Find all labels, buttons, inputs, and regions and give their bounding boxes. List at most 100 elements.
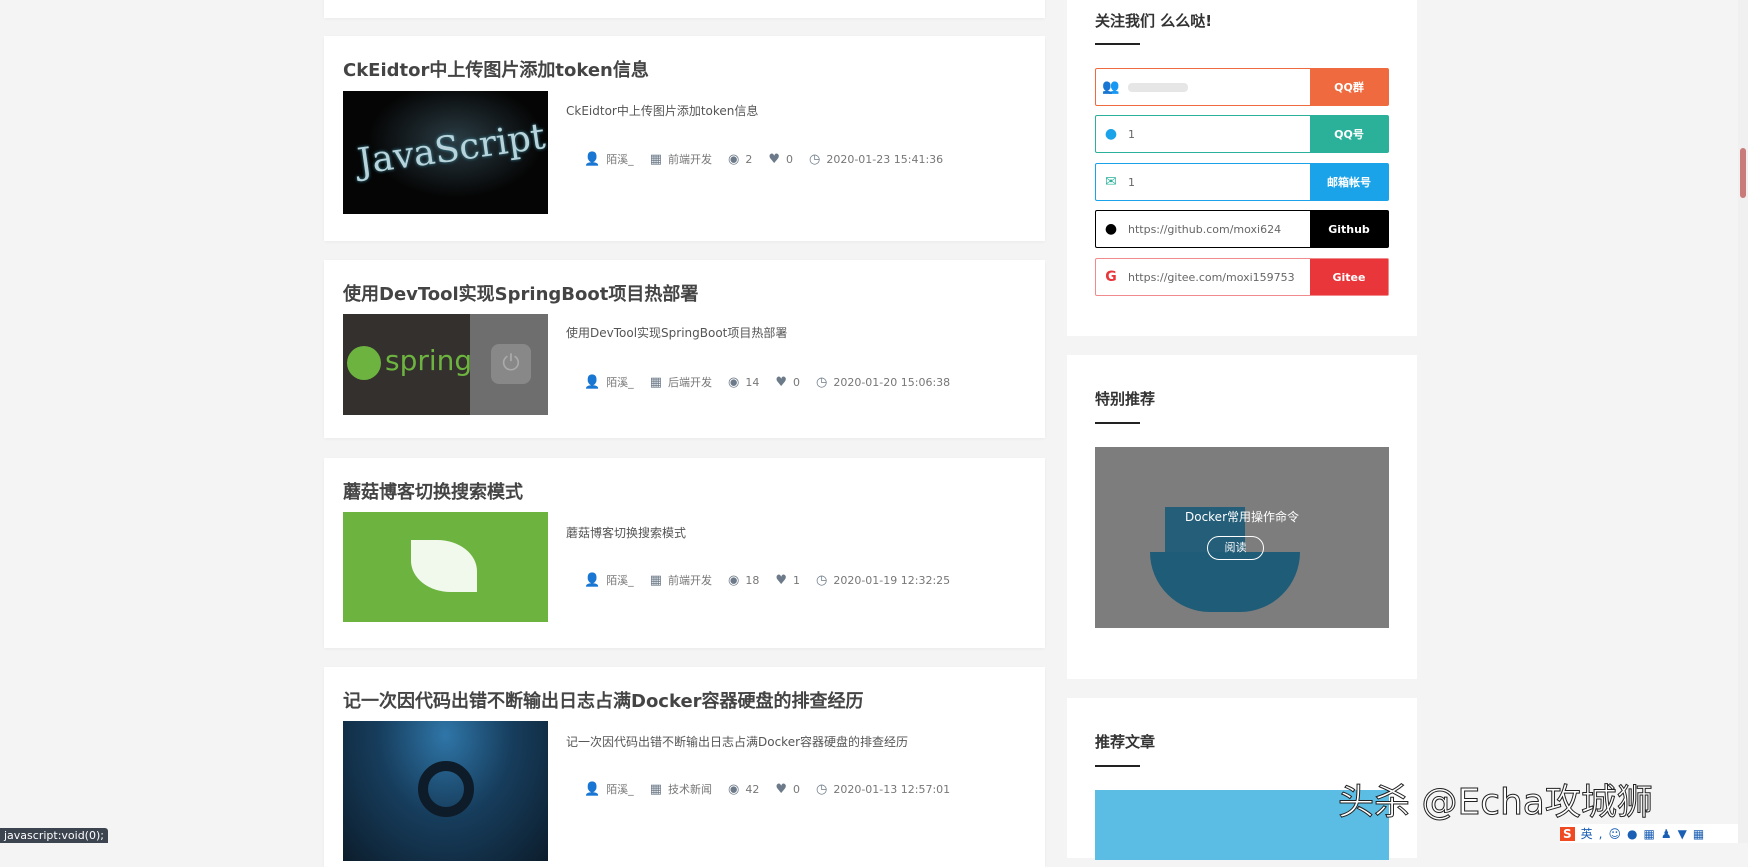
- title-underline: [1095, 43, 1140, 45]
- gitee-url[interactable]: https://gitee.com/moxi159753: [1126, 271, 1310, 284]
- title-underline: [1095, 765, 1140, 767]
- user-icon[interactable]: ♟: [1661, 827, 1672, 841]
- special-article-caption: Docker常用操作命令: [1184, 510, 1300, 524]
- qq-button[interactable]: QQ号: [1310, 116, 1388, 152]
- previous-article-card: [324, 0, 1045, 18]
- author[interactable]: 陌溪_: [606, 781, 634, 797]
- article-title[interactable]: 蘑菇博客切换搜索模式: [343, 478, 523, 504]
- article-thumbnail[interactable]: JavaScript: [343, 91, 548, 214]
- qq-value: 1: [1128, 127, 1135, 141]
- category[interactable]: 前端开发: [668, 572, 712, 588]
- eye-icon: ◉: [727, 781, 740, 797]
- article-title[interactable]: CkEidtor中上传图片添加token信息: [343, 56, 649, 82]
- clock-icon: ◷: [815, 374, 828, 390]
- article-title[interactable]: 记一次因代码出错不断输出日志占满Docker容器硬盘的排查经历: [343, 687, 864, 713]
- article-card: CkEidtor中上传图片添加token信息 JavaScript CkEidt…: [324, 36, 1045, 241]
- article-title[interactable]: 使用DevTool实现SpringBoot项目热部署: [343, 280, 698, 306]
- article-summary: 记一次因代码出错不断输出日志占满Docker容器硬盘的排查经历: [566, 735, 909, 749]
- scrollbar-thumb[interactable]: [1740, 148, 1746, 198]
- emoji-icon[interactable]: ☺: [1609, 827, 1622, 841]
- category-icon: ▦: [649, 781, 662, 797]
- eye-icon: ◉: [727, 374, 740, 390]
- date: 2020-01-13 12:57:01: [833, 782, 951, 796]
- widget-title: 关注我们 么么哒!: [1095, 12, 1213, 30]
- ubuntu-logo-icon: [418, 761, 474, 817]
- thumb-text: JavaScript: [355, 116, 548, 183]
- heart-icon: ♥: [775, 572, 787, 588]
- category-icon: ▦: [649, 151, 662, 167]
- sogou-logo-icon: S: [1560, 826, 1575, 841]
- user-icon: 👤: [584, 374, 601, 390]
- ime-lang[interactable]: 英: [1581, 825, 1593, 842]
- article-thumbnail[interactable]: [343, 512, 548, 622]
- date: 2020-01-20 15:06:38: [833, 375, 951, 389]
- clock-icon: ◷: [815, 781, 828, 797]
- heart-icon: ♥: [768, 151, 780, 167]
- category[interactable]: 后端开发: [668, 374, 712, 390]
- menu-icon[interactable]: ▦: [1693, 827, 1704, 841]
- github-icon: ●: [1104, 221, 1118, 237]
- article-meta: 👤 陌溪_ ▦ 前端开发 ◉ 18 ♥ 1 ◷ 2020-01-19 12:32:25: [584, 572, 966, 588]
- github-button[interactable]: Github: [1310, 211, 1388, 247]
- heart-icon: ♥: [775, 781, 787, 797]
- likes: 1: [792, 573, 800, 587]
- special-article-image[interactable]: Docker常用操作命令 阅读: [1095, 447, 1389, 628]
- read-button[interactable]: 阅读: [1207, 536, 1264, 560]
- qq-group-row: 👥 QQ群: [1095, 68, 1389, 106]
- article-card: 使用DevTool实现SpringBoot项目热部署 spring ⏻ 使用De…: [324, 260, 1045, 438]
- skin-icon[interactable]: ▼: [1678, 827, 1687, 841]
- qq-row: ● 1 QQ号: [1095, 115, 1389, 153]
- keyboard-icon[interactable]: ▦: [1644, 827, 1655, 841]
- gitee-row: G https://gitee.com/moxi159753 Gitee: [1095, 258, 1389, 296]
- github-url[interactable]: https://github.com/moxi624: [1126, 223, 1310, 236]
- article-meta: 👤 陌溪_ ▦ 技术新闻 ◉ 42 ♥ 0 ◷ 2020-01-13 12:57:01: [584, 781, 966, 797]
- heart-icon: ♥: [775, 374, 787, 390]
- ime-toolbar[interactable]: S 英 , ☺ ● ▦ ♟ ▼ ▦: [1560, 824, 1738, 843]
- power-icon: ⏻: [491, 344, 531, 384]
- github-row: ● https://github.com/moxi624 Github: [1095, 210, 1389, 248]
- qq-group-value: [1126, 81, 1310, 94]
- eye-icon: ◉: [727, 572, 740, 588]
- likes: 0: [785, 152, 793, 166]
- category[interactable]: 前端开发: [668, 151, 712, 167]
- qq-group-button[interactable]: QQ群: [1310, 69, 1388, 105]
- eye-icon: ◉: [727, 151, 740, 167]
- views: 2: [745, 152, 753, 166]
- article-card: 记一次因代码出错不断输出日志占满Docker容器硬盘的排查经历 记一次因代码出错…: [324, 667, 1045, 867]
- article-summary: 使用DevTool实现SpringBoot项目热部署: [566, 326, 788, 340]
- title-underline: [1095, 422, 1140, 424]
- article-meta: 👤 陌溪_ ▦ 前端开发 ◉ 2 ♥ 0 ◷ 2020-01-23 15:41:36: [584, 151, 959, 167]
- category[interactable]: 技术新闻: [668, 781, 712, 797]
- views: 14: [745, 375, 760, 389]
- article-thumbnail[interactable]: spring ⏻: [343, 314, 548, 415]
- widget-title: 推荐文章: [1095, 733, 1156, 751]
- special-recommend-widget: 特别推荐 Docker常用操作命令 阅读: [1067, 355, 1417, 679]
- date: 2020-01-19 12:32:25: [833, 573, 951, 587]
- user-icon: 👤: [584, 781, 601, 797]
- author[interactable]: 陌溪_: [606, 572, 634, 588]
- gitee-button[interactable]: Gitee: [1310, 259, 1388, 295]
- follow-us-widget: 关注我们 么么哒! 👥 QQ群 ● 1 QQ号 ✉ 1 邮箱帐号 ● https…: [1067, 0, 1417, 336]
- likes: 0: [792, 782, 800, 796]
- watermark: 头杀 @Echa攻城狮: [1338, 782, 1654, 824]
- mic-icon[interactable]: ●: [1627, 827, 1637, 841]
- spring-leaf-icon: [347, 346, 381, 380]
- author[interactable]: 陌溪_: [606, 374, 634, 390]
- category-icon: ▦: [649, 572, 662, 588]
- user-icon: 👤: [584, 151, 601, 167]
- date: 2020-01-23 15:41:36: [826, 152, 944, 166]
- clock-icon: ◷: [808, 151, 821, 167]
- leaf-icon: [411, 540, 477, 592]
- likes: 0: [792, 375, 800, 389]
- email-button[interactable]: 邮箱帐号: [1310, 164, 1388, 200]
- user-icon: 👤: [584, 572, 601, 588]
- docker-whale-icon: [1150, 552, 1300, 612]
- scrollbar[interactable]: [1738, 0, 1748, 843]
- article-summary: CkEidtor中上传图片添加token信息: [566, 104, 759, 118]
- punct-icon[interactable]: ,: [1599, 827, 1603, 841]
- widget-title: 特别推荐: [1095, 390, 1156, 408]
- views: 42: [745, 782, 760, 796]
- views: 18: [745, 573, 760, 587]
- article-thumbnail[interactable]: [343, 721, 548, 861]
- author[interactable]: 陌溪_: [606, 151, 634, 167]
